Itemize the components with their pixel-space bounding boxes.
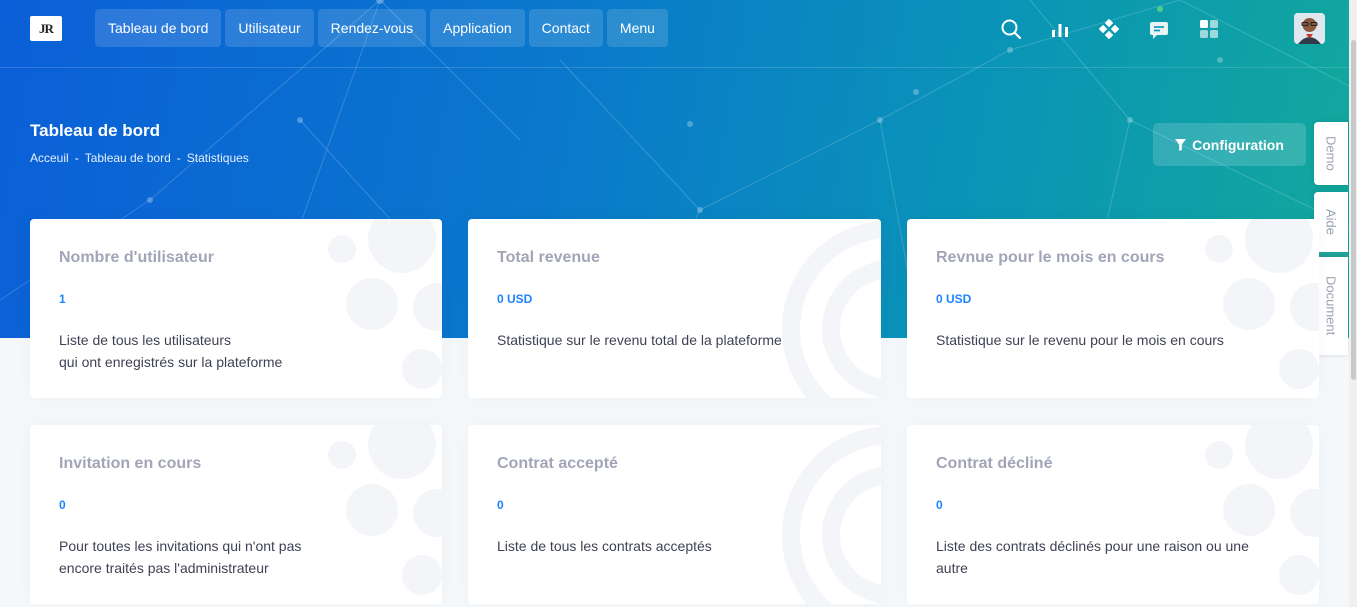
card-title: Revnue pour le mois en cours bbox=[936, 249, 1165, 266]
card-value: 0 USD bbox=[497, 292, 533, 306]
stat-card: Revnue pour le mois en cours 0 USD Stati… bbox=[907, 219, 1319, 398]
chat-icon[interactable] bbox=[1145, 6, 1173, 43]
nav-tableau-de-bord[interactable]: Tableau de bord bbox=[95, 9, 222, 47]
scrollbar-thumb[interactable] bbox=[1351, 40, 1356, 380]
configuration-button[interactable]: Configuration bbox=[1153, 123, 1306, 166]
stat-card: Nombre d'utilisateur 1 Liste de tous les… bbox=[30, 219, 442, 398]
card-title: Nombre d'utilisateur bbox=[59, 249, 214, 266]
card-value: 0 bbox=[497, 498, 504, 512]
breadcrumb-item: Statistiques bbox=[186, 151, 249, 165]
card-title: Contrat accepté bbox=[497, 455, 618, 472]
configuration-label: Configuration bbox=[1192, 136, 1284, 153]
nav-utilisateur[interactable]: Utilisateur bbox=[225, 9, 314, 47]
card-description: Liste de tous les contrats acceptés bbox=[497, 538, 712, 554]
page-title: Tableau de bord bbox=[30, 121, 161, 140]
filter-icon bbox=[1175, 138, 1187, 151]
side-tab-demo[interactable]: Demo bbox=[1314, 122, 1348, 185]
card-title: Total revenue bbox=[497, 249, 600, 266]
nav-rendez-vous[interactable]: Rendez-vous bbox=[317, 9, 427, 47]
bar-chart-icon[interactable] bbox=[1046, 15, 1074, 43]
card-value: 1 bbox=[59, 292, 66, 306]
card-decoration bbox=[1205, 219, 1319, 389]
side-tab-document[interactable]: Document bbox=[1314, 257, 1348, 355]
card-description: Statistique sur le revenu total de la pl… bbox=[497, 332, 782, 348]
nav-contact[interactable]: Contact bbox=[528, 9, 603, 47]
breadcrumb-item[interactable]: Tableau de bord bbox=[85, 151, 171, 165]
card-description: Pour toutes les invitations qui n'ont pa… bbox=[59, 538, 302, 576]
breadcrumb: Acceuil - Tableau de bord - Statistiques bbox=[30, 151, 249, 165]
card-value: 0 bbox=[936, 498, 943, 512]
notification-dot bbox=[1157, 6, 1163, 12]
search-icon[interactable] bbox=[997, 15, 1025, 43]
card-value: 0 bbox=[59, 498, 66, 512]
logo[interactable]: JR bbox=[30, 16, 62, 41]
card-description: Statistique sur le revenu pour le mois e… bbox=[936, 332, 1224, 348]
top-navbar: JR Tableau de bord Utilisateur Rendez-vo… bbox=[0, 0, 1357, 68]
nav-menu[interactable]: Menu bbox=[606, 9, 668, 47]
breadcrumb-separator: - bbox=[74, 151, 79, 165]
main-nav: Tableau de bord Utilisateur Rendez-vous … bbox=[95, 9, 668, 47]
nav-application[interactable]: Application bbox=[430, 9, 525, 47]
stat-card: Total revenue 0 USD Statistique sur le r… bbox=[468, 219, 881, 398]
apps-icon[interactable] bbox=[1095, 15, 1123, 43]
stat-card: Contrat décliné 0 Liste des contrats déc… bbox=[907, 425, 1319, 604]
breadcrumb-separator: - bbox=[176, 151, 181, 165]
card-decoration bbox=[782, 426, 881, 604]
grid-icon[interactable] bbox=[1195, 15, 1223, 43]
card-title: Invitation en cours bbox=[59, 455, 202, 472]
breadcrumb-item[interactable]: Acceuil bbox=[30, 151, 69, 165]
side-tab-aide[interactable]: Aide bbox=[1314, 192, 1348, 252]
card-title: Contrat décliné bbox=[936, 455, 1053, 472]
card-value: 0 USD bbox=[936, 292, 972, 306]
stat-card: Contrat accepté 0 Liste de tous les cont… bbox=[468, 425, 881, 604]
card-description: Liste de tous les utilisateurs qui ont e… bbox=[59, 332, 283, 370]
card-description: Liste des contrats déclinés pour une rai… bbox=[936, 538, 1249, 576]
stat-card: Invitation en cours 0 Pour toutes les in… bbox=[30, 425, 442, 604]
card-decoration bbox=[782, 220, 881, 398]
user-avatar[interactable] bbox=[1294, 13, 1325, 44]
header-toolbar bbox=[996, 6, 1226, 43]
